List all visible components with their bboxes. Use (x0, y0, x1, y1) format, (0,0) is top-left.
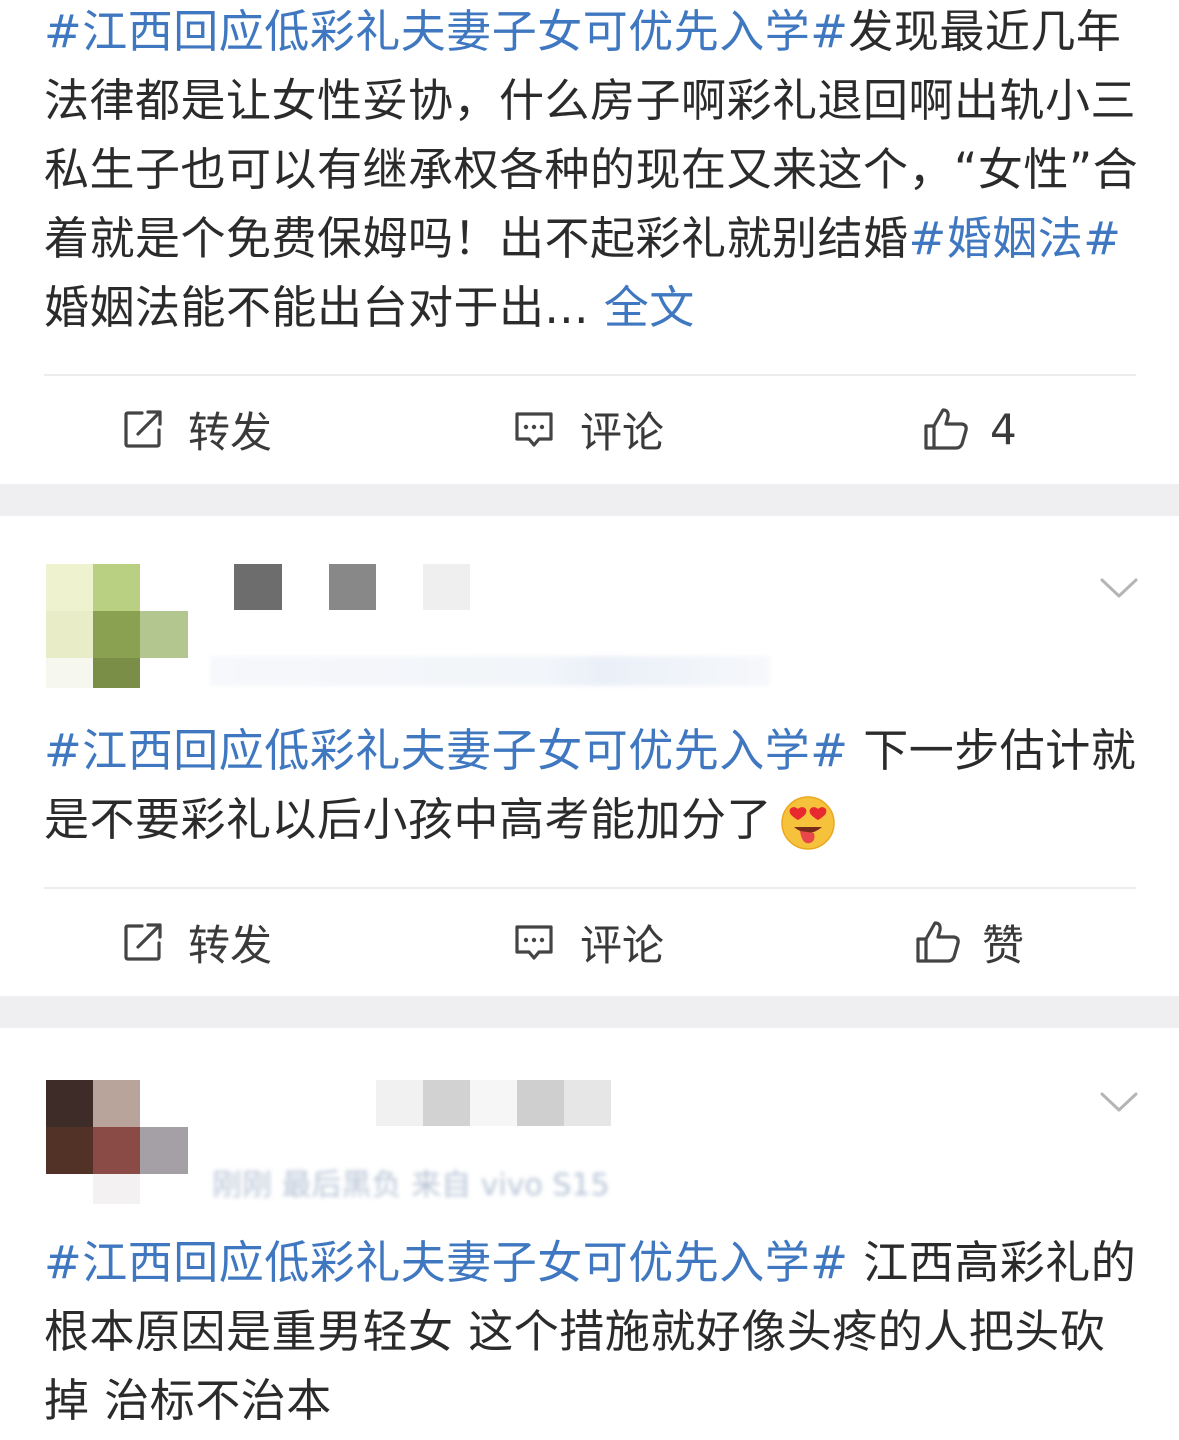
avatar[interactable] (46, 1080, 188, 1222)
thumbs-up-icon (924, 408, 968, 450)
repost-label: 转发 (188, 920, 273, 970)
topic-tag-link[interactable]: #江西回应低彩礼夫妻子女可优先入学# (44, 724, 848, 777)
post-body-text: 婚姻法能不能出台对于出... (44, 281, 589, 334)
share-icon (124, 923, 162, 961)
comment-button[interactable]: 评论 (512, 912, 664, 972)
post-card-2: #江西回应低彩礼夫妻子女可优先入学# 下一步估计就是不要彩礼以后小孩中高考能加分… (0, 516, 1179, 996)
comment-icon (515, 925, 553, 960)
comment-icon (515, 412, 553, 447)
thumbs-up-icon (916, 921, 960, 963)
chevron-down-icon[interactable] (1099, 1090, 1139, 1114)
heart-eyes-tongue-emoji (781, 796, 835, 850)
username-redacted[interactable] (376, 1080, 616, 1126)
comment-button[interactable]: 评论 (512, 399, 664, 459)
username-redacted[interactable] (234, 564, 474, 610)
post-3-text: #江西回应低彩礼夫妻子女可优先入学# 江西高彩礼的根本原因是重男轻女 这个措施就… (44, 1228, 1139, 1435)
comment-label: 评论 (580, 920, 665, 970)
post-card-3: 刚刚 最后黑负 来自 vivo S15 #江西回应低彩礼夫妻子女可优先入学# 江… (0, 1028, 1179, 1440)
read-more-link[interactable]: 全文 (604, 281, 695, 334)
topic-tag-link[interactable]: #江西回应低彩礼夫妻子女可优先入学# (44, 1236, 848, 1289)
comment-label: 评论 (580, 407, 665, 457)
repost-label: 转发 (188, 407, 273, 457)
like-button[interactable]: 赞 (914, 912, 1024, 972)
repost-button[interactable]: 转发 (122, 912, 272, 972)
post-2-text: #江西回应低彩礼夫妻子女可优先入学# 下一步估计就是不要彩礼以后小孩中高考能加分… (44, 716, 1139, 854)
divider (44, 887, 1136, 889)
like-button[interactable]: 4 (922, 399, 1017, 459)
like-count: 4 (990, 404, 1017, 454)
post-meta-redacted (210, 656, 770, 686)
topic-tag-link[interactable]: #江西回应低彩礼夫妻子女可优先入学# (44, 5, 848, 58)
post-card-1: #江西回应低彩礼夫妻子女可优先入学#发现最近几年法律都是让女性妥协，什么房子啊彩… (0, 0, 1179, 484)
like-label: 赞 (982, 920, 1025, 970)
chevron-down-icon[interactable] (1099, 576, 1139, 600)
post-meta-redacted: 刚刚 最后黑负 来自 vivo S15 (212, 1168, 610, 1203)
share-icon (124, 410, 162, 448)
post-1-text: #江西回应低彩礼夫妻子女可优先入学#发现最近几年法律都是让女性妥协，什么房子啊彩… (44, 0, 1139, 342)
avatar[interactable] (46, 564, 188, 706)
feed-separator (0, 484, 1179, 516)
feed-separator (0, 996, 1179, 1028)
repost-button[interactable]: 转发 (122, 399, 272, 459)
topic-tag-link[interactable]: #婚姻法# (909, 212, 1122, 265)
divider (44, 374, 1136, 376)
